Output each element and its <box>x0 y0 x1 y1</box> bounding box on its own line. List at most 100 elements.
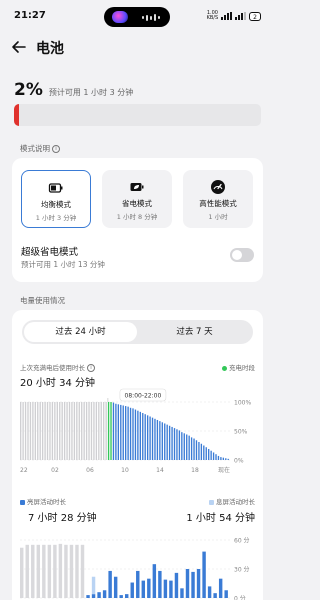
level-bar <box>183 433 185 460</box>
level-bar <box>186 434 188 460</box>
level-bar <box>156 419 159 460</box>
level-bar <box>142 413 144 460</box>
level-bar <box>68 402 71 460</box>
level-bar <box>117 404 120 460</box>
level-bar <box>220 457 222 460</box>
mode-balanced[interactable]: 均衡模式 1 小时 3 分钟 <box>21 170 91 228</box>
info-icon[interactable]: i <box>87 364 95 372</box>
screen-on-bar <box>158 570 162 598</box>
level-bar <box>195 440 198 460</box>
activity-bar-past <box>25 544 29 598</box>
back-arrow-icon[interactable] <box>10 38 28 56</box>
screen-off-legend: 息屏活动时长 <box>209 496 255 506</box>
battery-leaf-icon <box>130 183 144 191</box>
screen-on-bar <box>163 579 168 598</box>
level-bar <box>208 448 210 460</box>
screen-on-bar <box>224 590 228 598</box>
activity-bar-past <box>64 544 68 598</box>
screen-on-bar <box>152 564 157 598</box>
battery-status-icon: 2 <box>249 11 261 21</box>
level-bar <box>54 402 56 460</box>
mode-name: 省电模式 <box>122 199 152 208</box>
screen-on-bar <box>218 578 223 598</box>
level-bar <box>32 402 34 460</box>
battery-level-chart: 100% 50% 0% 08:00-22:00 22 02 06 10 14 18 现在 <box>20 388 251 474</box>
level-bar <box>112 402 115 460</box>
activity-bar-past <box>36 544 41 598</box>
activity-chart: 60 分 30 分 0 分 <box>20 537 250 600</box>
tab-last-24-hours[interactable]: 过去 24 小时 <box>24 322 137 342</box>
level-bar <box>110 402 112 460</box>
level-bar <box>20 402 22 460</box>
mode-power-saving[interactable]: 省电模式 1 小时 8 分钟 <box>102 170 172 228</box>
level-bar <box>161 422 163 460</box>
charging-legend-text: 充电时段 <box>229 364 255 372</box>
screen-on-bar <box>185 569 190 598</box>
level-bar <box>164 423 166 460</box>
level-bar <box>227 458 229 460</box>
super-saver-toggle[interactable] <box>230 248 254 262</box>
level-bar <box>44 402 46 460</box>
screen-off-bar <box>91 576 96 595</box>
level-bar <box>83 402 85 460</box>
level-bar <box>76 402 78 460</box>
level-bar <box>205 447 207 460</box>
tab-last-7-days[interactable]: 过去 7 天 <box>138 322 251 342</box>
level-bar <box>127 406 129 460</box>
screen-on-bar <box>119 595 123 598</box>
info-icon[interactable]: i <box>52 145 60 153</box>
level-bar <box>146 415 149 460</box>
mode-high-performance[interactable]: 高性能模式 1 小时 <box>183 170 253 228</box>
activity-bar-past <box>80 544 85 598</box>
level-bar <box>181 432 183 460</box>
level-bar <box>85 402 88 460</box>
battery-percent: 2% <box>14 80 43 100</box>
screen-on-bar <box>213 593 217 598</box>
level-bar <box>176 429 178 460</box>
x-tick-label: 18 <box>191 467 199 474</box>
super-saver-title: 超级省电模式 <box>21 247 79 258</box>
screen-on-bar <box>86 595 90 598</box>
level-bar <box>120 404 122 460</box>
level-bar <box>88 402 90 460</box>
level-bar <box>129 407 132 460</box>
level-bar <box>29 402 32 460</box>
level-bar <box>41 402 44 460</box>
level-bar <box>198 442 200 460</box>
screen-on-bar <box>207 586 212 598</box>
y-tick-label: 0% <box>234 458 244 465</box>
y-tick-label: 50% <box>234 429 248 436</box>
net-speed: 1.00 KB/S <box>207 11 219 21</box>
level-bar <box>151 417 154 460</box>
level-bar <box>95 402 98 460</box>
level-bar <box>178 430 181 460</box>
header: 电池 <box>0 36 275 58</box>
activity-bar-past <box>31 544 35 598</box>
level-bar <box>190 437 193 460</box>
screen-on-bar <box>141 580 146 598</box>
mode-duration: 1 小时 <box>208 213 228 221</box>
level-bar <box>122 405 124 460</box>
level-bar <box>73 402 76 460</box>
screen-on-bar <box>191 571 195 598</box>
battery-level-fill <box>14 104 19 126</box>
activity-bar-past <box>47 544 52 598</box>
activity-bar-past <box>53 544 57 598</box>
level-bar <box>39 402 41 460</box>
level-bar <box>90 402 93 460</box>
level-bar <box>56 402 58 460</box>
level-bar <box>81 402 83 460</box>
screen-on-bar <box>136 570 140 598</box>
y-tick-label: 30 分 <box>234 566 250 574</box>
dynamic-island[interactable] <box>104 7 170 27</box>
y-tick-label: 0 分 <box>234 595 246 600</box>
level-bar <box>37 402 39 460</box>
level-bar <box>210 450 212 460</box>
level-bar <box>222 457 225 460</box>
level-bar <box>139 411 141 460</box>
x-tick-label: 现在 <box>218 466 230 474</box>
time-range-switch: 过去 24 小时 过去 7 天 <box>22 320 253 344</box>
signal-icon <box>221 12 233 20</box>
level-bar <box>46 402 49 460</box>
screen-on-bar <box>108 570 112 598</box>
